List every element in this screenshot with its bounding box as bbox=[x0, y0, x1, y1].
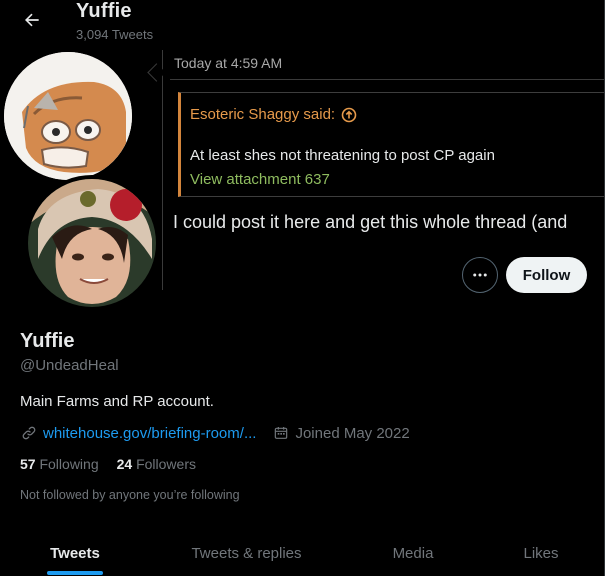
profile-handle: @UndeadHeal bbox=[20, 357, 119, 374]
banner-quote-attachment: View attachment 637 bbox=[190, 171, 330, 188]
not-followed-note: Not followed by anyone you’re following bbox=[20, 488, 240, 502]
tab-likes[interactable]: Likes bbox=[483, 530, 599, 576]
banner-post-separator bbox=[170, 79, 605, 80]
banner-quote-author-label: Esoteric Shaggy said: bbox=[190, 106, 336, 123]
more-options-button[interactable] bbox=[462, 257, 498, 293]
followers-count: 24 bbox=[116, 456, 133, 472]
profile-stats: 57 Following 24 Followers bbox=[20, 456, 196, 472]
followers-count-link[interactable]: 24 Followers bbox=[117, 456, 196, 472]
following-count: 57 bbox=[20, 456, 36, 472]
profile-joined-date: Joined May 2022 bbox=[295, 424, 410, 442]
banner-post-body: I could post it here and get this whole … bbox=[173, 212, 568, 232]
banner-quote-author: Esoteric Shaggy said: bbox=[190, 106, 357, 123]
more-horizontal-icon bbox=[473, 273, 487, 277]
header-profile-name: Yuffie bbox=[76, 0, 132, 22]
active-tab-indicator bbox=[47, 571, 103, 575]
arrow-left-icon bbox=[25, 13, 39, 27]
profile-avatar[interactable] bbox=[24, 175, 160, 311]
following-label: Following bbox=[39, 456, 99, 472]
follow-button[interactable]: Follow bbox=[506, 257, 587, 293]
followers-label: Followers bbox=[136, 456, 196, 472]
calendar-icon bbox=[272, 424, 290, 442]
tab-tweets[interactable]: Tweets bbox=[0, 530, 150, 576]
tab-media[interactable]: Media bbox=[343, 530, 483, 576]
profile-meta: whitehouse.gov/briefing-room/... Joined … bbox=[20, 424, 410, 442]
person-photo-icon bbox=[28, 179, 156, 307]
tab-tweets-and-replies[interactable]: Tweets & replies bbox=[150, 530, 343, 576]
profile-website-link[interactable]: whitehouse.gov/briefing-room/... bbox=[43, 425, 256, 442]
profile-bio: Main Farms and RP account. bbox=[20, 393, 214, 410]
link-icon bbox=[20, 424, 38, 442]
arrow-up-circle-icon bbox=[341, 107, 357, 122]
banner-post-divider bbox=[162, 50, 163, 290]
profile-name: Yuffie bbox=[20, 330, 75, 352]
banner-quote-text: At least shes not threatening to post CP… bbox=[190, 147, 495, 164]
following-count-link[interactable]: 57 Following bbox=[20, 456, 99, 472]
avatar-image bbox=[28, 179, 156, 307]
banner-post-time: Today at 4:59 AM bbox=[174, 55, 283, 71]
profile-tabs: Tweets Tweets & replies Media Likes bbox=[0, 530, 605, 576]
back-button[interactable] bbox=[18, 6, 46, 34]
header-tweet-count: 3,094 Tweets bbox=[76, 27, 154, 42]
cat-illustration-icon bbox=[4, 52, 132, 180]
banner-forum-avatar bbox=[4, 52, 132, 180]
